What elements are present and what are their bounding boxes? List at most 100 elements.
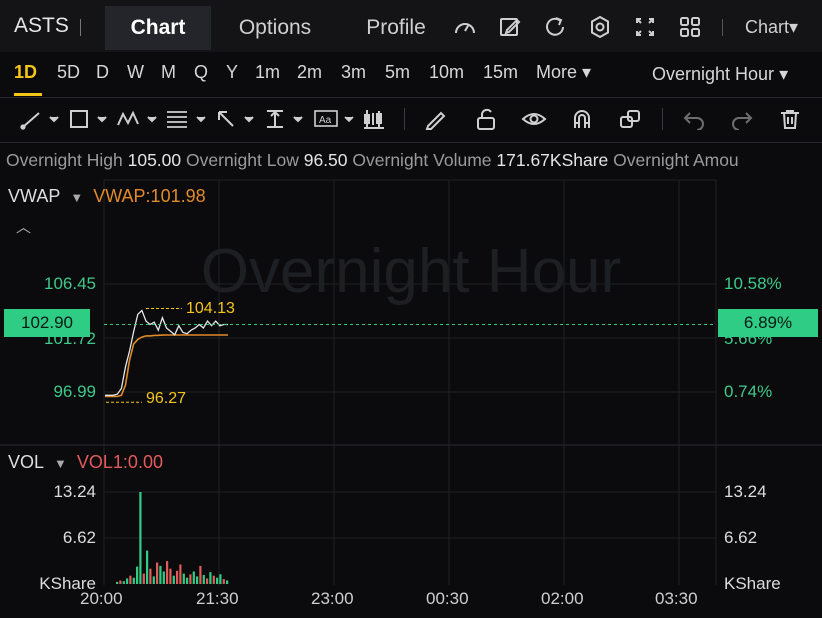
- more-periods-dropdown[interactable]: More ▾: [536, 62, 591, 83]
- volume-bar: [152, 576, 155, 584]
- vol-value: VOL1:0.00: [76, 452, 163, 472]
- active-period-indicator: [14, 93, 42, 96]
- current-pct-badge: 6.89%: [718, 309, 818, 337]
- divider: [662, 108, 663, 130]
- overnight-high-label: Overnight High: [6, 150, 123, 170]
- overnight-low-label: Overnight Low: [186, 150, 299, 170]
- magnet-icon[interactable]: [570, 108, 594, 130]
- caret-down-icon: ▾: [577, 62, 592, 82]
- trend-line-tool[interactable]: [20, 108, 62, 130]
- overnight-high-value: 105.00: [127, 150, 182, 170]
- vol-tick-upper: 13.24: [53, 482, 96, 501]
- period-2m[interactable]: 2m: [297, 62, 322, 83]
- period-3m[interactable]: 3m: [341, 62, 366, 83]
- price-chart[interactable]: Overnight Hour: [0, 178, 822, 598]
- caret-down-icon: ▼: [54, 456, 67, 471]
- price-tick-upper: 106.45: [44, 274, 96, 293]
- volume-bar: [209, 572, 212, 584]
- tab-chart[interactable]: Chart: [105, 6, 211, 50]
- tab-profile[interactable]: Profile: [344, 6, 448, 50]
- volume-bar: [199, 565, 202, 584]
- vwap-indicator-menu[interactable]: VWAP ▼ VWAP:101.98: [8, 186, 206, 207]
- refresh-icon[interactable]: [542, 14, 568, 40]
- edit-icon[interactable]: [497, 14, 523, 40]
- volume-bar: [119, 580, 122, 584]
- volume-bar: [189, 574, 192, 584]
- period-5m[interactable]: 5m: [385, 62, 410, 83]
- price-line: [105, 309, 228, 396]
- fibonacci-tool[interactable]: [165, 108, 209, 130]
- arrow-tool[interactable]: [215, 108, 259, 130]
- high-annotation: 104.13: [186, 300, 235, 317]
- ticker-symbol[interactable]: ASTS: [14, 14, 69, 38]
- volume-bar: [149, 568, 152, 584]
- pencil-icon[interactable]: [424, 108, 448, 130]
- volume-bar: [192, 571, 195, 584]
- text-tool[interactable]: Aa: [313, 108, 357, 130]
- caret-down-icon: ▼: [70, 190, 84, 205]
- volume-bar: [226, 580, 229, 584]
- chart-type-dropdown[interactable]: Chart▾: [745, 17, 798, 38]
- vol-indicator-menu[interactable]: VOL ▼ VOL1:0.00: [8, 452, 163, 473]
- period-15m[interactable]: 15m: [483, 62, 518, 83]
- visibility-icon[interactable]: [521, 108, 547, 130]
- rectangle-tool[interactable]: [68, 108, 110, 130]
- gauge-icon[interactable]: [452, 14, 478, 40]
- volume-bar: [122, 581, 125, 584]
- period-d[interactable]: D: [96, 62, 109, 83]
- svg-text:Aa: Aa: [319, 115, 332, 126]
- x-tick: 03:30: [655, 589, 698, 608]
- volume-bar: [196, 576, 199, 584]
- volume-bar: [162, 571, 165, 584]
- pct-tick-lower: 0.74%: [724, 382, 773, 401]
- vol-tick-mid-right: 6.62: [724, 528, 758, 547]
- period-m[interactable]: M: [161, 62, 176, 83]
- delete-icon[interactable]: [778, 108, 802, 130]
- period-y[interactable]: Y: [226, 62, 238, 83]
- collapse-pane-icon[interactable]: ︿: [16, 216, 31, 237]
- fullscreen-icon[interactable]: [632, 14, 658, 40]
- candlestick-icon[interactable]: [362, 108, 386, 130]
- session-dropdown[interactable]: Overnight Hour ▾: [652, 64, 788, 85]
- volume-bar: [159, 565, 162, 584]
- settings-icon[interactable]: [587, 14, 613, 40]
- period-10m[interactable]: 10m: [429, 62, 464, 83]
- vol-tick-mid: 6.62: [62, 528, 96, 547]
- lock-icon[interactable]: [474, 108, 498, 130]
- volume-bar: [129, 575, 132, 584]
- overnight-volume-label: Overnight Volume: [352, 150, 492, 170]
- vwap-line: [105, 334, 228, 398]
- vwap-value: VWAP:101.98: [93, 186, 206, 206]
- volume-bar: [222, 579, 225, 584]
- period-1m[interactable]: 1m: [255, 62, 280, 83]
- volume-bar: [176, 570, 179, 584]
- volume-bar: [179, 564, 182, 584]
- x-tick: 02:00: [541, 589, 584, 608]
- redo-icon[interactable]: [730, 108, 754, 131]
- price-tick-lower: 96.99: [53, 382, 96, 401]
- divider: [722, 19, 723, 36]
- period-w[interactable]: W: [127, 62, 144, 83]
- low-annotation: 96.27: [146, 390, 187, 407]
- period-5d[interactable]: 5D: [57, 62, 80, 83]
- period-1d[interactable]: 1D: [14, 62, 37, 83]
- vol-unit-label-right: KShare: [724, 574, 781, 593]
- caret-down-icon: ▾: [774, 64, 789, 84]
- watermark: Overnight Hour: [201, 237, 621, 306]
- x-tick: 20:00: [80, 589, 123, 608]
- volume-bar: [126, 578, 129, 584]
- grid-layout-icon[interactable]: [677, 14, 703, 40]
- divider: [0, 142, 822, 143]
- measure-tool[interactable]: [264, 108, 308, 130]
- volume-bar: [206, 578, 209, 584]
- divider: [404, 108, 405, 130]
- tab-options[interactable]: Options: [216, 6, 334, 50]
- pattern-tool[interactable]: [116, 108, 160, 130]
- x-tick: 00:30: [426, 589, 469, 608]
- volume-bar: [136, 566, 139, 584]
- period-q[interactable]: Q: [194, 62, 208, 83]
- volume-bar: [202, 575, 205, 584]
- link-drawings-icon[interactable]: [618, 108, 642, 130]
- undo-icon[interactable]: [682, 108, 706, 131]
- current-price-badge: 102.90: [4, 309, 90, 337]
